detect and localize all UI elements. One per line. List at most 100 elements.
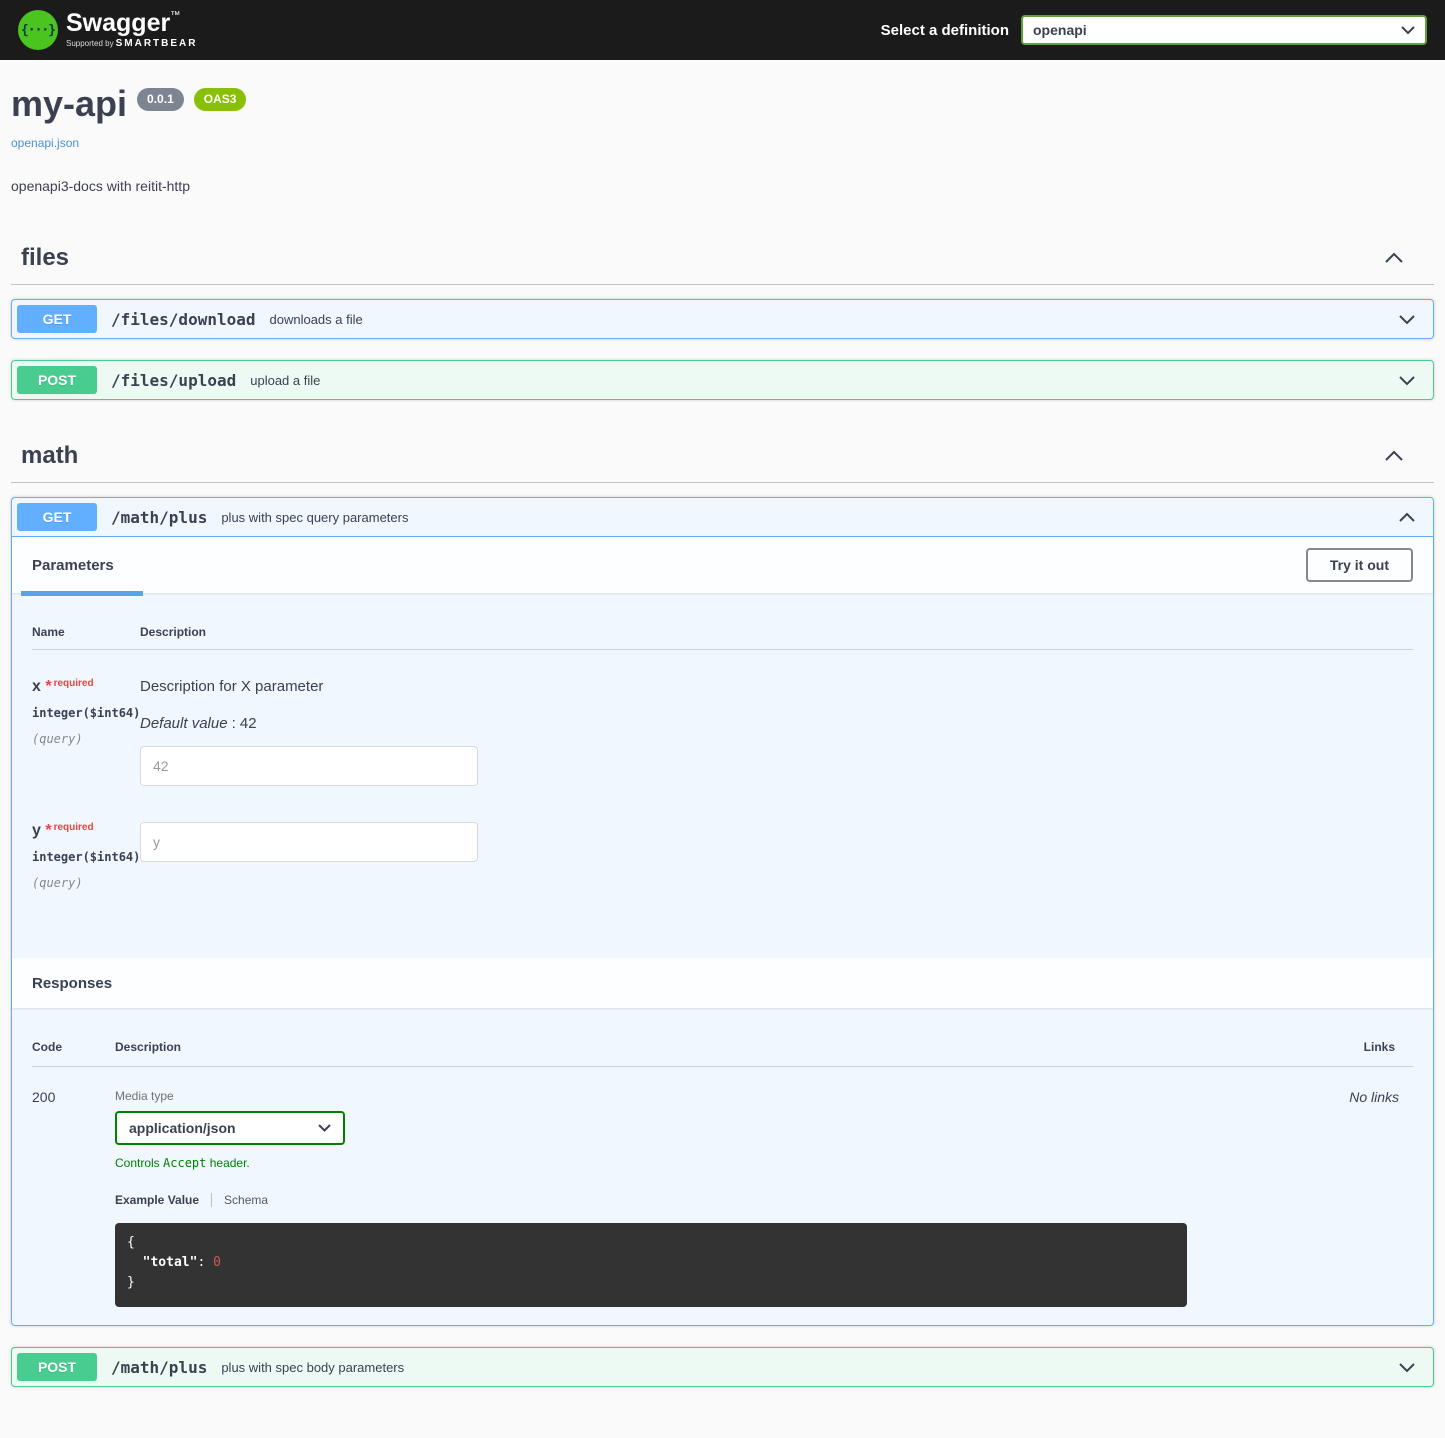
responses-table-head: Code Description Links [32, 1030, 1413, 1067]
brand-name: Swagger [66, 9, 170, 37]
tag-title-files: files [21, 244, 69, 272]
definition-area: Select a definition openapi [881, 15, 1427, 45]
opblock-post-files-upload: POST /files/upload upload a file [11, 360, 1434, 400]
response-row-200: 200 Media type application/json Controls… [32, 1067, 1413, 1307]
page-title-row: my-api 0.0.1 OAS3 [11, 86, 1434, 122]
collapse-operation-icon[interactable] [1386, 508, 1428, 527]
brand-text: Swagger™ Supported bySMARTBEAR [66, 11, 197, 49]
swagger-logo-icon: {···} [18, 10, 58, 50]
op-path[interactable]: /math/plus [107, 1358, 211, 1377]
method-badge-post: POST [17, 366, 97, 394]
response-links: No links [1273, 1089, 1413, 1307]
opblock-post-math-plus: POST /math/plus plus with spec body para… [11, 1347, 1434, 1387]
parameter-description-cell: Description for X parameter Default valu… [140, 678, 1413, 786]
op-path[interactable]: /math/plus [107, 508, 211, 527]
media-type-value: application/json [129, 1120, 236, 1136]
method-badge-post: POST [17, 1353, 97, 1381]
swagger-logo-link[interactable]: {···} Swagger™ Supported bySMARTBEAR [18, 10, 197, 50]
logo-braces: {···} [21, 23, 55, 38]
op-summary-text: plus with spec query parameters [221, 510, 408, 525]
col-header-name: Name [32, 625, 140, 639]
collapse-section-icon[interactable] [1384, 450, 1404, 462]
op-path[interactable]: /files/download [107, 310, 260, 329]
col-header-code: Code [32, 1040, 115, 1054]
op-summary-post-math-plus[interactable]: POST /math/plus plus with spec body para… [12, 1348, 1433, 1386]
parameter-description-cell [140, 822, 1413, 890]
parameter-y-input[interactable] [140, 822, 478, 862]
parameters-table: Name Description x *required integer($in… [12, 593, 1433, 958]
col-header-links: Links [1273, 1040, 1413, 1054]
op-summary-text: downloads a file [270, 312, 363, 327]
opblock-get-math-plus: GET /math/plus plus with spec query para… [11, 497, 1434, 1326]
opblock-get-files-download: GET /files/download downloads a file [11, 299, 1434, 339]
op-summary-get-files-download[interactable]: GET /files/download downloads a file [12, 300, 1433, 338]
api-description: openapi3-docs with reitit-http [11, 178, 1434, 194]
supported-by-prefix: Supported by [66, 39, 114, 48]
responses-table: Code Description Links 200 Media type ap… [12, 1008, 1433, 1325]
oas3-badge: OAS3 [194, 88, 247, 111]
parameters-section-header: Parameters Try it out [12, 537, 1433, 593]
parameter-location: (query) [32, 732, 140, 746]
smartbear-brand: SMARTBEAR [116, 38, 198, 49]
parameter-name: y *required [32, 822, 140, 840]
tab-example-value[interactable]: Example Value [115, 1193, 199, 1207]
parameter-row-x: x *required integer($int64) (query) Desc… [32, 650, 1413, 794]
tag-section-math: math GET /math/plus plus with spec query… [11, 432, 1434, 1387]
tab-parameters[interactable]: Parameters [32, 557, 114, 574]
chevron-down-icon [318, 1124, 331, 1132]
tag-section-files: files GET /files/download downloads a fi… [11, 234, 1434, 400]
required-star: * [45, 678, 51, 695]
expand-operation-icon[interactable] [1386, 1358, 1428, 1377]
required-label: required [54, 678, 94, 689]
tag-header-math[interactable]: math [11, 432, 1434, 483]
required-star: * [45, 822, 51, 839]
op-summary-post-files-upload[interactable]: POST /files/upload upload a file [12, 361, 1433, 399]
accept-header-message: Controls Accept header. [115, 1156, 1273, 1170]
op-path[interactable]: /files/upload [107, 371, 240, 390]
example-code-block: { "total": 0 } [115, 1223, 1187, 1307]
opblock-body: Parameters Try it out Name Description x [12, 537, 1433, 1325]
required-label: required [54, 822, 94, 833]
parameter-x-input[interactable] [140, 746, 478, 786]
select-definition-label: Select a definition [881, 22, 1009, 39]
media-type-label: Media type [115, 1089, 1273, 1103]
tag-title-math: math [21, 442, 78, 470]
response-description-cell: Media type application/json Controls Acc… [115, 1089, 1273, 1307]
op-summary-text: upload a file [250, 373, 320, 388]
responses-title: Responses [32, 975, 112, 992]
parameter-type: integer($int64) [32, 706, 140, 720]
op-summary-text: plus with spec body parameters [221, 1360, 404, 1375]
parameter-name-cell: y *required integer($int64) (query) [32, 822, 140, 890]
info-section: my-api 0.0.1 OAS3 openapi.json openapi3-… [11, 60, 1434, 202]
tag-header-files[interactable]: files [11, 234, 1434, 285]
parameter-row-y: y *required integer($int64) (query) [32, 794, 1413, 898]
media-type-select[interactable]: application/json [115, 1111, 345, 1145]
collapse-section-icon[interactable] [1384, 252, 1404, 264]
model-example-tabs: Example Value Schema [115, 1193, 1273, 1207]
parameters-table-head: Name Description [32, 615, 1413, 650]
definition-select-value: openapi [1033, 22, 1087, 38]
spec-link[interactable]: openapi.json [11, 136, 79, 150]
try-it-out-button[interactable]: Try it out [1306, 548, 1413, 582]
supported-by: Supported bySMARTBEAR [66, 39, 197, 49]
brand-trademark: ™ [170, 10, 180, 21]
parameter-default: Default value: 42 [140, 715, 1413, 732]
col-header-description: Description [140, 625, 1413, 639]
responses-section-header: Responses [12, 958, 1433, 1008]
method-badge-get: GET [17, 305, 97, 333]
col-header-description: Description [115, 1040, 1273, 1054]
parameter-location: (query) [32, 876, 140, 890]
parameter-description: Description for X parameter [140, 678, 1413, 695]
version-badge: 0.0.1 [137, 88, 184, 111]
method-badge-get: GET [17, 503, 97, 531]
op-summary-get-math-plus[interactable]: GET /math/plus plus with spec query para… [12, 498, 1433, 537]
api-documentation: my-api 0.0.1 OAS3 openapi.json openapi3-… [0, 60, 1445, 1438]
parameter-name: x *required [32, 678, 140, 696]
tab-schema[interactable]: Schema [211, 1193, 268, 1207]
api-title: my-api [11, 86, 127, 122]
parameter-type: integer($int64) [32, 850, 140, 864]
chevron-down-icon [1401, 26, 1415, 35]
definition-select[interactable]: openapi [1021, 15, 1427, 45]
expand-operation-icon[interactable] [1386, 310, 1428, 329]
expand-operation-icon[interactable] [1386, 371, 1428, 390]
